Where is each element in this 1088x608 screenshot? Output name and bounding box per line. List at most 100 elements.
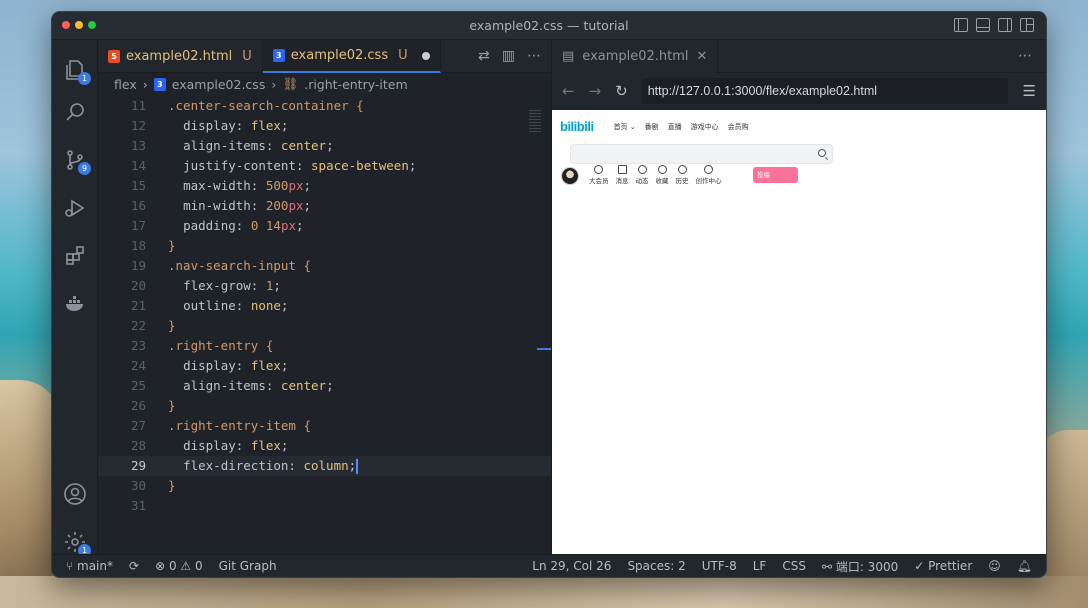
browser-preview-icon: ▤ (562, 48, 575, 64)
line-number: 30 (130, 478, 146, 493)
bili-nav-item[interactable]: 直播 (668, 122, 682, 132)
code-line[interactable]: 21 outline: none; (98, 296, 551, 316)
unsaved-dot-icon[interactable] (421, 51, 430, 60)
customize-layout-icon[interactable] (1020, 18, 1034, 32)
code-line[interactable]: 15 max-width: 500px; (98, 176, 551, 196)
code-line[interactable]: 16 min-width: 200px; (98, 196, 551, 216)
back-icon[interactable]: ← (562, 82, 575, 100)
bili-nav-item[interactable]: 首页 ⌄ (614, 122, 636, 132)
line-number: 27 (130, 418, 146, 433)
bili-nav-item[interactable]: 番剧 (645, 122, 659, 132)
branch-indicator[interactable]: ⑂ main* (66, 559, 113, 573)
code-line[interactable]: 31 (98, 496, 551, 516)
bili-nav-item[interactable]: 游戏中心 (691, 122, 719, 132)
code-line[interactable]: 23 .right-entry { (98, 336, 551, 356)
code-line[interactable]: 18} (98, 236, 551, 256)
untracked-badge: U (398, 48, 408, 63)
run-debug-button[interactable] (52, 188, 98, 228)
cursor-position[interactable]: Ln 29, Col 26 (532, 559, 611, 573)
tab-browser-example02[interactable]: ▤ example02.html ✕ (552, 39, 719, 73)
right-entry-item[interactable]: 历史 (676, 165, 689, 185)
upload-button[interactable]: 投稿 (753, 167, 798, 183)
line-content: max-width: 500px; (183, 178, 312, 193)
tab-example02-html[interactable]: 5 example02.html U (98, 40, 263, 73)
breadcrumb-folder[interactable]: flex (114, 77, 137, 92)
code-line[interactable]: 14 justify-content: space-between; (98, 156, 551, 176)
code-line[interactable]: 17 padding: 0 14px; (98, 216, 551, 236)
line-content: padding: 0 14px; (183, 218, 304, 233)
code-line[interactable]: 13 align-items: center; (98, 136, 551, 156)
right-entry-item[interactable]: 收藏 (656, 165, 669, 185)
code-line[interactable]: 25 align-items: center; (98, 376, 551, 396)
docker-button[interactable] (52, 284, 98, 324)
code-line[interactable]: 11 .center-search-container { (98, 96, 551, 116)
code-line[interactable]: 27 .right-entry-item { (98, 416, 551, 436)
right-entry-item[interactable]: 创作中心 (696, 165, 722, 185)
tab-label: example02.html (126, 49, 233, 64)
code-line[interactable]: 30} (98, 476, 551, 496)
close-icon[interactable]: ✕ (697, 49, 708, 64)
reload-icon[interactable]: ↻ (615, 82, 628, 100)
search-icon[interactable] (818, 149, 826, 157)
breadcrumb-file[interactable]: example02.css (172, 77, 266, 92)
forward-icon[interactable]: → (589, 82, 602, 100)
eol[interactable]: LF (753, 559, 767, 573)
minimap[interactable] (529, 110, 541, 132)
menu-icon[interactable]: ☰ (1023, 82, 1036, 100)
sync-icon[interactable]: ⟳ (129, 559, 139, 573)
toggle-panel-icon[interactable] (976, 18, 990, 32)
url-input[interactable]: http://127.0.0.1:3000/flex/example02.htm… (641, 78, 1008, 104)
line-content: display: flex; (183, 438, 289, 453)
line-content: .right-entry-item { (168, 418, 311, 433)
code-line[interactable]: 12 display: flex; (98, 116, 551, 136)
line-number: 23 (130, 338, 146, 353)
code-line[interactable]: 29 flex-direction: column; (98, 456, 551, 476)
split-editor-icon[interactable]: ▥ (502, 48, 515, 64)
problems-indicator[interactable]: ⊗ 0 ⚠ 0 (155, 559, 203, 573)
more-actions-icon[interactable]: ⋯ (1018, 48, 1032, 64)
prettier-indicator[interactable]: ✓ Prettier (914, 559, 972, 573)
extensions-button[interactable] (52, 236, 98, 276)
right-entry-item[interactable]: 大会员 (589, 165, 609, 185)
selector-icon: ⛓ (282, 76, 299, 91)
toggle-sidebar-icon[interactable] (954, 18, 968, 32)
search-button[interactable] (52, 92, 98, 132)
line-content: flex-direction: column; (183, 458, 359, 474)
more-actions-icon[interactable]: ⋯ (527, 48, 541, 64)
run-debug-icon (65, 199, 85, 217)
language-mode[interactable]: CSS (782, 559, 806, 573)
explorer-button[interactable]: 1 (52, 50, 98, 90)
feedback-icon[interactable]: ☺ (988, 559, 1001, 573)
tab-label: example02.css (290, 48, 389, 63)
line-content: outline: none; (183, 298, 289, 313)
port-indicator[interactable]: ⚯ 端口: 3000 (822, 558, 898, 575)
accounts-button[interactable] (52, 474, 98, 514)
open-changes-icon[interactable]: ⇄ (478, 48, 490, 64)
code-line[interactable]: 19 .nav-search-input { (98, 256, 551, 276)
code-line[interactable]: 26} (98, 396, 551, 416)
account-icon (64, 483, 86, 505)
bili-nav-item[interactable]: 会员购 (728, 122, 749, 132)
code-line[interactable]: 20 flex-grow: 1; (98, 276, 551, 296)
code-line[interactable]: 24 display: flex; (98, 356, 551, 376)
right-entry-item[interactable]: 消息 (616, 165, 629, 185)
code-editor[interactable]: 11 .center-search-container {12 display: … (98, 96, 551, 554)
breadcrumb-symbol[interactable]: .right-entry-item (304, 77, 407, 92)
avatar[interactable] (561, 167, 579, 185)
toggle-secondary-sidebar-icon[interactable] (998, 18, 1012, 32)
line-content: flex-grow: 1; (183, 278, 281, 293)
encoding[interactable]: UTF-8 (702, 559, 737, 573)
line-number: 24 (130, 358, 146, 373)
right-entry-item[interactable]: 动态 (636, 165, 649, 185)
breadcrumb: flex › 3 example02.css › ⛓ .right-entry-… (98, 73, 551, 95)
source-control-button[interactable]: 9 (52, 140, 98, 180)
tab-example02-css[interactable]: 3 example02.css U (262, 40, 441, 73)
code-line[interactable]: 28 display: flex; (98, 436, 551, 456)
indentation[interactable]: Spaces: 2 (627, 559, 685, 573)
bili-search-input[interactable] (570, 144, 833, 164)
code-line[interactable]: 22} (98, 316, 551, 336)
bilibili-logo[interactable]: bilibili (560, 119, 594, 134)
notifications-icon[interactable]: 🔔︎ (1017, 559, 1032, 573)
git-graph-button[interactable]: Git Graph (219, 559, 277, 573)
line-content: display: flex; (183, 358, 289, 373)
